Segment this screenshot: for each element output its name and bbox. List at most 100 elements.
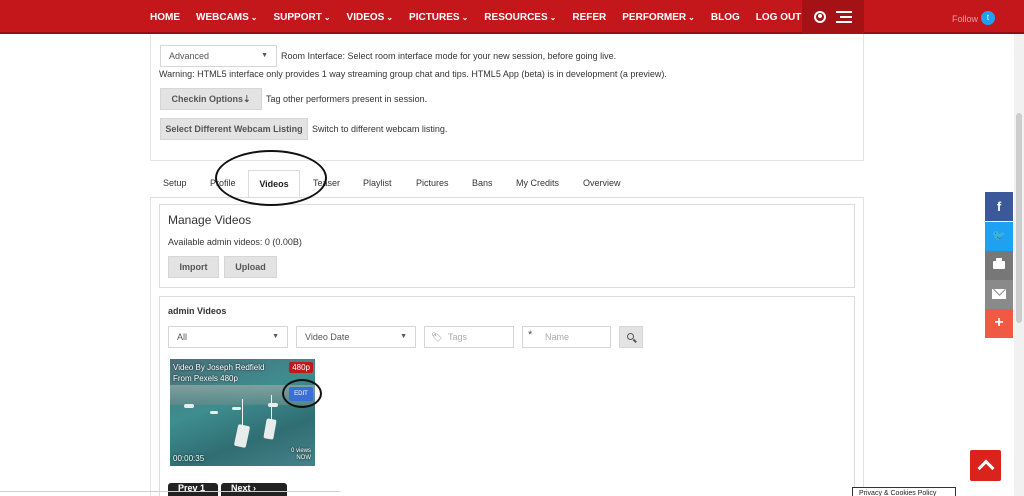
name-prefix: *	[528, 329, 533, 341]
envelope-icon	[992, 289, 1006, 299]
edit-video-button[interactable]: EDIT	[289, 387, 313, 401]
prev-page-button[interactable]: Prev 1	[168, 483, 218, 496]
tags-placeholder: Tags	[448, 332, 468, 342]
nav-pictures[interactable]: PICTURES ⌄	[409, 12, 468, 23]
tab-pictures[interactable]: Pictures	[416, 178, 449, 188]
chevron-down-icon: ⌄	[461, 12, 469, 22]
chevron-down-icon: ⌄	[250, 12, 258, 22]
thumbnail-mast	[242, 399, 243, 429]
thumbnail-boat	[184, 404, 194, 408]
switch-listing-help: Switch to different webcam listing.	[312, 124, 448, 134]
nav-support[interactable]: SUPPORT ⌄	[273, 12, 330, 23]
video-views: 0 views	[290, 448, 311, 454]
nav-webcams-label: WEBCAMS	[196, 11, 249, 23]
tab-videos[interactable]: Videos	[248, 170, 300, 198]
printer-icon	[993, 258, 1005, 269]
nav-resources-label: RESOURCES	[484, 11, 548, 23]
tab-teaser[interactable]: Teaser	[313, 178, 340, 188]
chevron-down-icon: ⌄	[323, 12, 331, 22]
nav-refer[interactable]: REFER	[572, 12, 606, 23]
video-age: NOW	[296, 455, 311, 461]
name-input[interactable]: * Name	[522, 326, 611, 348]
upload-button[interactable]: Upload	[224, 256, 277, 278]
thumbnail-boat	[268, 403, 278, 407]
share-more-button[interactable]: +	[985, 309, 1013, 338]
search-icon	[627, 333, 634, 340]
nav-support-label: SUPPORT	[273, 11, 322, 23]
hamburger-menu-icon[interactable]	[836, 11, 852, 23]
bottom-divider	[0, 491, 340, 492]
tab-overview[interactable]: Overview	[583, 178, 621, 188]
follow-label: Follow	[952, 14, 979, 24]
back-to-top-button[interactable]	[970, 450, 1001, 481]
share-email-button[interactable]	[985, 280, 1013, 309]
share-print-button[interactable]	[985, 251, 1013, 280]
caret-down-icon: ▼	[272, 333, 279, 340]
nav-webcams[interactable]: WEBCAMS ⌄	[196, 12, 257, 23]
tab-my-credits[interactable]: My Credits	[516, 178, 559, 188]
video-title: Video By Joseph Redfield From Pexels 480…	[173, 363, 265, 383]
tag-icon: 🏷	[431, 332, 443, 342]
nav-resources[interactable]: RESOURCES ⌄	[484, 12, 556, 23]
tab-bans[interactable]: Bans	[472, 178, 493, 188]
select-webcam-listing-button[interactable]: Select Different Webcam Listing	[160, 118, 308, 140]
share-facebook-button[interactable]: f	[985, 192, 1013, 221]
privacy-cookies-policy-link[interactable]: Privacy & Cookies Policy	[852, 487, 956, 496]
main-menu: HOME WEBCAMS ⌄ SUPPORT ⌄ VIDEOS ⌄ PICTURES ⌄…	[150, 0, 817, 34]
import-button[interactable]: Import	[168, 256, 219, 278]
sort-order-value: Video Date	[305, 332, 350, 342]
scrollbar-thumb[interactable]	[1016, 113, 1022, 323]
thumbnail-boat	[232, 407, 241, 410]
html5-warning: Warning: HTML5 interface only provides 1…	[159, 69, 667, 79]
room-interface-value: Advanced	[169, 51, 210, 61]
admin-videos-title: admin Videos	[168, 306, 227, 316]
twitter-follow-icon[interactable]: t	[981, 11, 995, 25]
tab-profile[interactable]: Profile	[210, 178, 236, 188]
nav-logout-label: LOG OUT	[755, 11, 802, 23]
checkin-options-label: Checkin Options	[171, 94, 243, 104]
category-filter-select[interactable]: All ▼	[168, 326, 288, 348]
caret-down-icon: ▼	[261, 52, 268, 59]
video-stats: 0 views NOW	[291, 448, 311, 462]
nav-pictures-label: PICTURES	[409, 11, 460, 23]
user-icon[interactable]	[814, 11, 826, 23]
top-navbar: HOME WEBCAMS ⌄ SUPPORT ⌄ VIDEOS ⌄ PICTURES ⌄…	[0, 0, 1024, 34]
name-placeholder: Name	[545, 332, 570, 342]
room-interface-help: Room Interface: Select room interface mo…	[281, 51, 617, 61]
sort-order-select[interactable]: Video Date ▼	[296, 326, 416, 348]
nav-performer-label: PERFORMER	[622, 11, 687, 23]
chevron-down-icon: ⌄	[549, 12, 557, 22]
chevron-down-icon: ⌄	[688, 12, 695, 22]
menu-bar	[836, 11, 852, 13]
nav-home[interactable]: HOME	[150, 12, 180, 23]
nav-blog-label: BLOG	[710, 11, 740, 23]
room-interface-select[interactable]: Advanced ▼	[160, 45, 277, 67]
menu-bar	[840, 16, 852, 18]
nav-videos-label: VIDEOS	[346, 11, 385, 23]
tags-input[interactable]: 🏷 Tags	[424, 326, 514, 348]
nav-right-box	[802, 0, 864, 34]
thumbnail-mast	[271, 395, 272, 421]
nav-refer-label: REFER	[572, 11, 607, 23]
nav-videos[interactable]: VIDEOS ⌄	[347, 12, 394, 23]
search-button[interactable]	[619, 326, 643, 348]
menu-bar	[836, 21, 852, 23]
nav-performer[interactable]: PERFORMER ⌄	[622, 12, 695, 23]
thumbnail-boat	[210, 411, 218, 414]
chevron-down-icon: ⌄	[386, 12, 394, 22]
caret-down-icon: ▼	[400, 333, 407, 340]
thumbnail-boat	[263, 418, 277, 440]
tab-setup[interactable]: Setup	[163, 178, 187, 188]
nav-home-label: HOME	[150, 11, 180, 23]
nav-blog[interactable]: BLOG	[711, 12, 740, 23]
plus-icon: +	[994, 314, 1004, 331]
checkin-help: Tag other performers present in session.	[266, 94, 428, 104]
available-videos-count: Available admin videos: 0 (0.00B)	[168, 237, 302, 247]
next-page-button[interactable]: Next ›	[221, 483, 287, 496]
nav-logout[interactable]: LOG OUT	[756, 12, 802, 23]
video-thumbnail[interactable]: Video By Joseph Redfield From Pexels 480…	[170, 359, 315, 466]
checkin-options-button[interactable]: Checkin Options⇣	[160, 88, 262, 110]
share-twitter-button[interactable]: 🐦	[985, 222, 1013, 251]
quality-badge: 480p	[289, 362, 313, 373]
tab-playlist[interactable]: Playlist	[363, 178, 392, 188]
